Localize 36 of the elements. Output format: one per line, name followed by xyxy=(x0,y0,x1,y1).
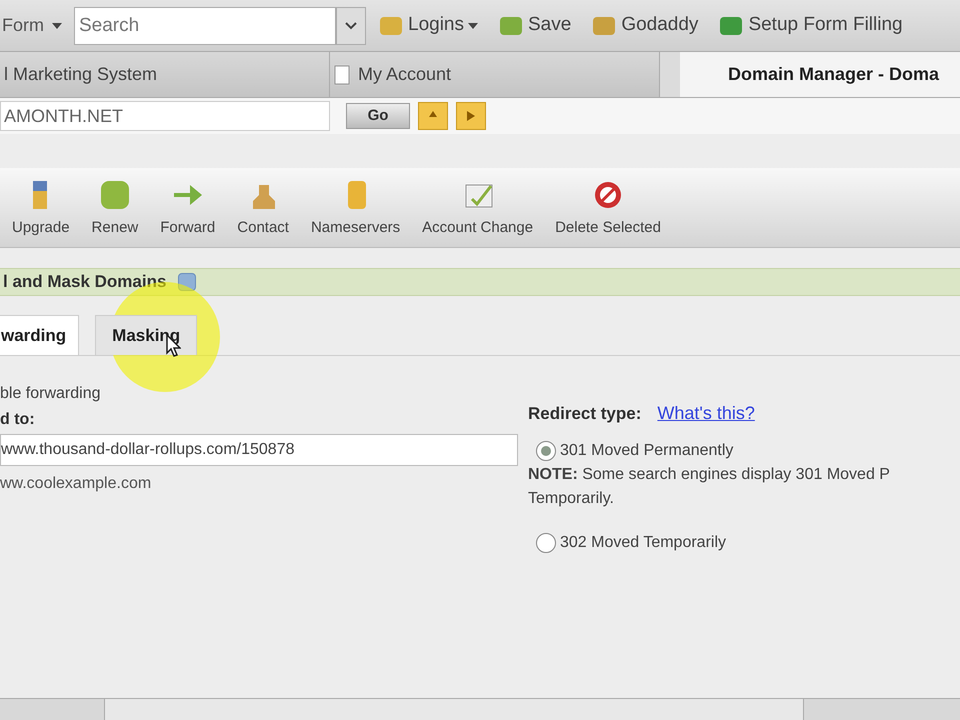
section-title: l and Mask Domains xyxy=(2,271,166,294)
domain-field[interactable]: AMONTH.NET xyxy=(0,101,330,131)
toolbar-action[interactable]: Contact xyxy=(237,178,289,239)
radio-label: 301 Moved Permanently xyxy=(560,441,734,461)
whats-this-link[interactable]: What's this? xyxy=(657,400,755,427)
toolbar-action[interactable]: Delete Selected xyxy=(555,178,661,239)
toolbar-action[interactable]: Nameservers xyxy=(310,178,400,239)
browser-tab[interactable]: My Account xyxy=(330,52,660,97)
toolbar-action[interactable]: Upgrade xyxy=(12,178,70,239)
toolbar-action[interactable]: Renew xyxy=(92,178,138,239)
toolbar-button[interactable]: Setup Form Filling xyxy=(718,8,903,44)
example-url: ww.coolexample.com xyxy=(0,474,152,494)
dropdown-caret-icon[interactable] xyxy=(336,6,366,44)
redirect-type-label: Redirect type: xyxy=(528,402,642,425)
toolbar-button[interactable]: Logins xyxy=(378,8,478,44)
toolbar-button[interactable]: Save xyxy=(498,8,572,44)
forward-url-field[interactable]: www.thousand-dollar-rollups.com/150878 xyxy=(0,434,518,466)
browser-tab[interactable]: l Marketing System xyxy=(0,52,330,97)
toolbar-action[interactable]: Account Change xyxy=(422,178,534,239)
go-button[interactable]: Go xyxy=(346,103,410,129)
radio-button[interactable] xyxy=(536,533,556,553)
radio-label: 302 Moved Temporarily xyxy=(560,533,726,553)
browser-tab[interactable]: Domain Manager - Doma xyxy=(680,52,960,97)
tab[interactable]: warding xyxy=(0,315,80,355)
form-menu[interactable]: Form xyxy=(0,12,62,39)
note-text: Temporarily. xyxy=(528,489,615,509)
search-field[interactable]: Search xyxy=(74,6,336,44)
enable-forwarding-label: ble forwarding xyxy=(0,384,102,404)
toolbar-button[interactable]: Godaddy xyxy=(591,8,698,44)
horizontal-scrollbar[interactable] xyxy=(0,698,960,720)
forward-to-label: d to: xyxy=(0,410,36,430)
page-icon xyxy=(334,64,350,84)
radio-button[interactable] xyxy=(536,441,556,461)
dropdown-caret-icon[interactable] xyxy=(52,22,62,28)
note-text: NOTE: Some search engines display 301 Moved P xyxy=(528,465,890,485)
toolbar-action[interactable]: Forward xyxy=(160,178,216,239)
